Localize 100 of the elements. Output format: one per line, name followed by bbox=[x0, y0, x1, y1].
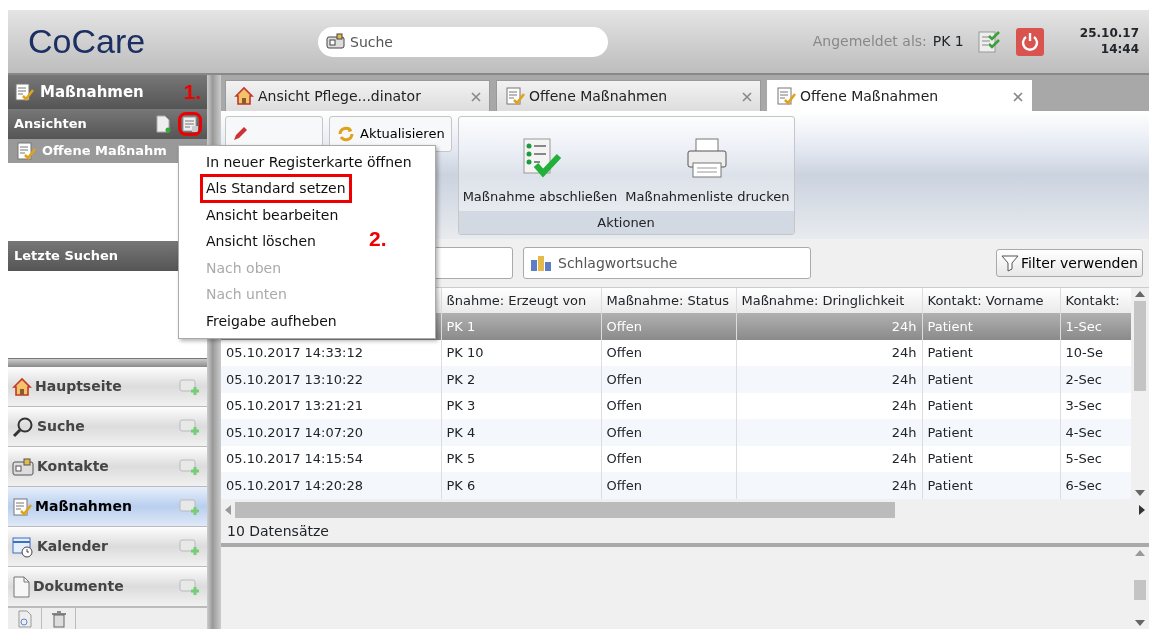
table-row[interactable]: 05.10.2017 14:20:28 PK 6 Offen 24h Patient 6-Sec bbox=[221, 472, 1131, 499]
pencil-icon bbox=[232, 126, 248, 142]
checklist-icon bbox=[14, 82, 34, 102]
scroll-left-icon bbox=[225, 504, 231, 515]
date-text: 25.10.17 bbox=[1079, 25, 1139, 42]
column-header[interactable]: Maßnahme: Dringlichkeit bbox=[736, 288, 922, 313]
table-row[interactable]: 05.10.2017 14:07:20 PK 4 Offen 24h Patient 4-Sec bbox=[221, 419, 1131, 446]
record-count: 10 Datensätze bbox=[227, 522, 329, 541]
nav-button[interactable]: Hauptseite bbox=[8, 367, 207, 407]
table-cell: PK 2 bbox=[441, 366, 601, 393]
add-icon bbox=[179, 377, 201, 396]
power-button[interactable] bbox=[1015, 27, 1044, 56]
login-label: Angemeldet als: bbox=[812, 32, 927, 51]
scroll-down-icon bbox=[1135, 489, 1145, 496]
close-icon bbox=[1013, 91, 1023, 102]
table-cell: 24h bbox=[736, 366, 922, 393]
filter-button[interactable]: Filter verwenden bbox=[995, 249, 1143, 277]
search-icon bbox=[12, 415, 34, 438]
add-icon bbox=[179, 497, 201, 516]
checklist-icon bbox=[12, 496, 32, 517]
nav-button[interactable]: Maßnahmen bbox=[8, 487, 207, 527]
list-settings-button[interactable] bbox=[181, 115, 199, 133]
table-cell: 24h bbox=[736, 313, 922, 340]
table-cell: Patient bbox=[922, 472, 1060, 499]
nav-button[interactable]: Dokumente bbox=[8, 567, 207, 607]
new-document-icon bbox=[155, 115, 171, 133]
add-icon bbox=[179, 577, 201, 596]
table-cell: Patient bbox=[922, 419, 1060, 446]
table-cell: PK 1 bbox=[441, 313, 601, 340]
menu-item[interactable]: Als Standard setzen bbox=[203, 177, 349, 201]
contact-card-icon bbox=[12, 456, 34, 477]
close-icon bbox=[742, 91, 752, 102]
recent-searches-title: Letzte Suchen bbox=[14, 247, 119, 266]
time-text: 14:44 bbox=[1099, 41, 1139, 58]
tab-label: Offene Maßnahmen bbox=[800, 86, 939, 106]
checklist-icon bbox=[776, 86, 796, 106]
nav-button[interactable]: Kalender bbox=[8, 527, 207, 567]
add-icon bbox=[179, 537, 201, 556]
column-header[interactable]: Kontakt: Vorname bbox=[922, 288, 1060, 313]
filter-icon bbox=[1000, 254, 1019, 272]
new-document-button[interactable] bbox=[155, 115, 171, 133]
add-icon bbox=[179, 457, 201, 476]
scroll-thumb[interactable] bbox=[1134, 301, 1146, 391]
menu-item[interactable]: Ansicht bearbeiten bbox=[203, 203, 342, 227]
table-cell: Offen bbox=[601, 366, 736, 393]
table-cell: 24h bbox=[736, 419, 922, 446]
tab-label: Ansicht Pflege...dinator bbox=[258, 86, 421, 106]
scroll-thumb[interactable] bbox=[235, 501, 895, 518]
printer-icon bbox=[685, 137, 730, 181]
column-header[interactable]: Kontakt: bbox=[1060, 288, 1131, 313]
table-row[interactable]: 05.10.2017 13:10:22 PK 2 Offen 24h Patient 2-Sec bbox=[221, 366, 1131, 393]
document-icon bbox=[12, 575, 30, 598]
house-icon bbox=[12, 376, 32, 397]
table-cell: Offen bbox=[601, 419, 736, 446]
nav-button[interactable]: Suche bbox=[8, 407, 207, 447]
contact-card-icon bbox=[326, 32, 346, 51]
ribbon-button[interactable]: Maßnahme abschließen bbox=[458, 117, 622, 211]
calendar-clock-icon bbox=[12, 535, 34, 558]
table-cell: 05.10.2017 14:07:20 bbox=[221, 419, 441, 446]
list-icon bbox=[181, 115, 199, 133]
table-cell: 2-Sec bbox=[1060, 366, 1131, 393]
add-icon bbox=[179, 417, 201, 436]
table-cell: 4-Sec bbox=[1060, 419, 1131, 446]
close-icon bbox=[471, 91, 481, 102]
tab-label: Offene Maßnahmen bbox=[529, 86, 668, 106]
table-cell: Offen bbox=[601, 472, 736, 499]
app-logo: CoCare bbox=[28, 21, 147, 62]
table-cell: 05.10.2017 14:20:28 bbox=[221, 472, 441, 499]
table-cell: PK 4 bbox=[441, 419, 601, 446]
keyword-search-field[interactable]: Schlagwortsuche bbox=[523, 247, 811, 279]
checklist-icon bbox=[505, 86, 525, 106]
table-cell: Patient bbox=[922, 366, 1060, 393]
tab[interactable]: Ansicht Pflege...dinator bbox=[225, 80, 490, 111]
power-icon bbox=[1019, 31, 1040, 52]
table-cell: 1-Sec bbox=[1060, 313, 1131, 340]
table-cell: 24h bbox=[736, 472, 922, 499]
tab[interactable]: Offene Maßnahmen bbox=[496, 80, 761, 111]
view-label: Offene Maßnahm bbox=[42, 142, 167, 161]
step-label: 2. bbox=[369, 225, 387, 252]
sidebar-title: Maßnahmen bbox=[40, 81, 144, 103]
tab[interactable]: Offene Maßnahmen bbox=[767, 80, 1032, 111]
views-title: Ansichten bbox=[14, 115, 87, 134]
ribbon-group-label: Aktionen bbox=[458, 210, 794, 234]
checklist-icon bbox=[16, 141, 36, 161]
scroll-thumb[interactable] bbox=[1134, 579, 1146, 600]
table-cell: Offen bbox=[601, 313, 736, 340]
trash-icon bbox=[50, 609, 67, 628]
column-header[interactable]: Maßnahme: Status bbox=[601, 288, 736, 313]
table-cell: 05.10.2017 13:10:22 bbox=[221, 366, 441, 393]
menu-item[interactable]: Ansicht löschen bbox=[203, 230, 319, 254]
scroll-down-icon bbox=[1135, 620, 1145, 626]
search-field[interactable]: Suche bbox=[318, 26, 608, 57]
scroll-right-icon bbox=[1139, 504, 1145, 515]
scroll-up-icon bbox=[1135, 291, 1145, 297]
table-cell: Patient bbox=[922, 313, 1060, 340]
nav-button[interactable]: Kontakte bbox=[8, 447, 207, 487]
step-label: 1. bbox=[183, 79, 201, 106]
ribbon-button[interactable]: Maßnahmenliste drucken bbox=[621, 117, 794, 211]
column-header[interactable]: ßnahme: Erzeugt von bbox=[441, 288, 601, 313]
table-cell: PK 6 bbox=[441, 472, 601, 499]
